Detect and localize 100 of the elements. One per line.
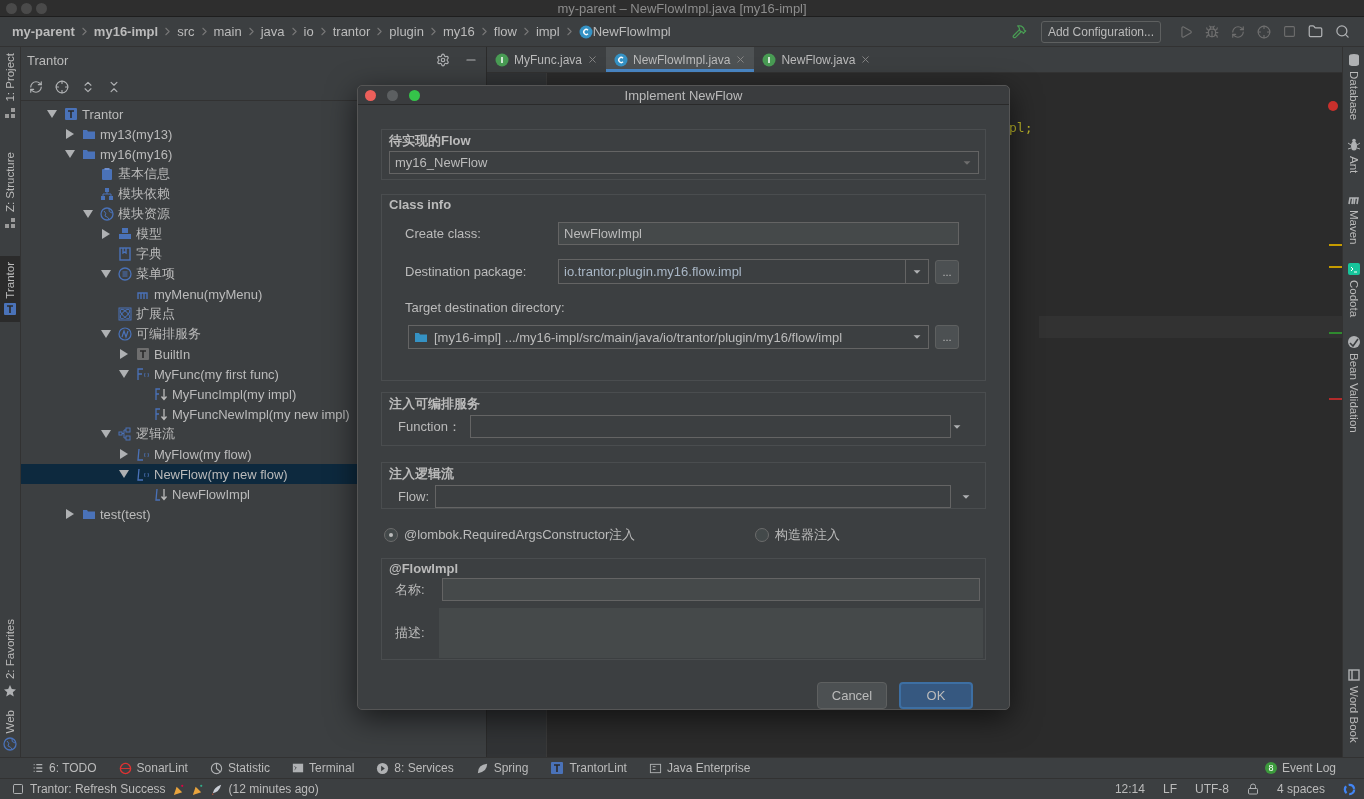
line-separator[interactable]: LF	[1162, 782, 1177, 796]
editor-tab[interactable]: NewFlow.java	[754, 47, 880, 72]
flow-dropdown[interactable]: my16_NewFlow	[389, 151, 979, 174]
name-field[interactable]	[442, 578, 980, 601]
tool-window-tab[interactable]: Z: Structure	[0, 145, 20, 236]
expanded-arrow-icon[interactable]	[83, 209, 93, 219]
breadcrumb[interactable]: src	[177, 24, 195, 39]
close-icon[interactable]	[587, 54, 599, 65]
expanded-arrow-icon[interactable]	[47, 109, 57, 119]
breadcrumb[interactable]: trantor	[332, 24, 371, 39]
tool-window-tab[interactable]: Maven	[1343, 185, 1364, 251]
group-title: 注入可编排服务	[389, 395, 481, 413]
tool-window-button[interactable]: Java Enterprise	[648, 761, 751, 775]
breadcrumb[interactable]: flow	[493, 24, 517, 39]
tree-item[interactable]: 字典	[21, 244, 486, 264]
class-name-field[interactable]: NewFlowImpl	[558, 222, 959, 245]
tool-window-button[interactable]: SonarLint	[118, 761, 188, 775]
services-icon	[376, 761, 390, 775]
hammer-icon[interactable]	[1011, 24, 1027, 39]
editor-tab[interactable]: MyFunc.java	[487, 47, 607, 72]
breadcrumb[interactable]: NewFlowImpl	[592, 24, 671, 39]
tool-window-button[interactable]: Spring	[475, 761, 529, 775]
breadcrumb[interactable]: java	[260, 24, 285, 39]
directory-dropdown[interactable]: [my16-impl] .../my16-impl/src/main/java/io/trantor/plugin/my16/flow/impl	[408, 325, 929, 349]
editor-tab[interactable]: NewFlowImpl.java	[606, 47, 755, 72]
run-configuration-button[interactable]: Add Configuration...	[1040, 20, 1161, 43]
radio-button[interactable]	[384, 527, 398, 542]
tree-item[interactable]: MyFunc(my first func)	[21, 364, 486, 384]
expanded-arrow-icon[interactable]	[65, 149, 75, 159]
close-dialog-button[interactable]	[365, 90, 376, 101]
collapsed-arrow-icon[interactable]	[119, 349, 129, 359]
indent-setting[interactable]: 4 spaces	[1276, 782, 1325, 796]
t-icon	[550, 761, 565, 775]
count-badge: 8	[1264, 762, 1277, 774]
expanded-arrow-icon[interactable]	[119, 469, 129, 479]
group-title: @FlowImpl	[389, 561, 459, 576]
collapsed-arrow-icon[interactable]	[65, 509, 75, 519]
file-encoding[interactable]: UTF-8	[1194, 782, 1229, 796]
tool-window-tab[interactable]: Bean Validation	[1343, 329, 1364, 439]
breadcrumb[interactable]: my16-impl	[93, 24, 159, 39]
tool-window-button[interactable]: 8: Services	[376, 761, 454, 775]
expanded-arrow-icon[interactable]	[119, 369, 129, 379]
leaf-icon	[475, 761, 489, 775]
package-dropdown[interactable]: io.trantor.plugin.my16.flow.impl	[558, 259, 929, 284]
tool-window-tab[interactable]: Codota	[1343, 256, 1364, 324]
tool-window-tab[interactable]: Ant	[1343, 132, 1364, 180]
expanded-arrow-icon[interactable]	[101, 329, 111, 339]
tree-item[interactable]: MyFlow(my flow)	[21, 444, 486, 464]
tool-window-tab[interactable]: Trantor	[0, 255, 20, 323]
browse-button[interactable]: ...	[935, 259, 959, 284]
breadcrumb[interactable]: plugin	[389, 24, 424, 39]
folder-icon	[82, 507, 96, 521]
ok-button[interactable]: OK	[899, 682, 973, 709]
breadcrumb[interactable]: my16	[442, 24, 475, 39]
cancel-button[interactable]: Cancel	[817, 682, 887, 709]
collapsed-arrow-icon[interactable]	[65, 129, 75, 139]
tool-window-tab[interactable]: Word Book	[1343, 662, 1364, 749]
browse-button[interactable]: ...	[935, 325, 959, 349]
change-mark	[1329, 332, 1342, 334]
collapsed-arrow-icon[interactable]	[119, 449, 129, 459]
tool-window-tab[interactable]: 2: Favorites	[0, 613, 20, 704]
breadcrumb[interactable]: impl	[535, 24, 560, 39]
breadcrumb[interactable]: io	[303, 24, 314, 39]
collapse-all-icon[interactable]	[107, 79, 121, 94]
folder-icon	[82, 147, 96, 161]
structure-icon	[3, 105, 17, 120]
zoom-dialog-button[interactable]	[409, 90, 420, 101]
tree-item[interactable]: test(test)	[21, 504, 486, 524]
tool-window-button[interactable]: 6: TODO	[32, 761, 97, 775]
expanded-arrow-icon[interactable]	[101, 429, 111, 439]
collapsed-arrow-icon[interactable]	[101, 229, 111, 239]
tool-window-button[interactable]: Statistic	[209, 761, 270, 775]
warning-mark	[1329, 266, 1342, 268]
warning-mark	[1329, 244, 1342, 246]
caret-position[interactable]: 12:14	[1114, 782, 1145, 796]
tool-window-tab[interactable]: 1: Project	[0, 47, 20, 126]
class-file-icon	[578, 24, 593, 39]
breadcrumb[interactable]: main	[213, 24, 242, 39]
panel-toggle-icon[interactable]	[12, 783, 24, 795]
tool-window-tab[interactable]: Database	[1343, 47, 1364, 127]
expanded-arrow-icon[interactable]	[101, 269, 111, 279]
refresh-icon[interactable]	[29, 79, 43, 94]
globe-icon	[3, 737, 17, 751]
event-log-button[interactable]: 8 Event Log	[1264, 761, 1336, 775]
project-structure-icon[interactable]	[1308, 24, 1323, 39]
code-text: pl;	[1009, 120, 1033, 135]
breadcrumb[interactable]: my-parent	[12, 24, 75, 39]
tool-window-button[interactable]: Terminal	[291, 761, 355, 775]
tree-item[interactable]: Trantor	[21, 104, 486, 124]
settings-icon[interactable]	[436, 53, 450, 67]
tool-window-button[interactable]: TrantorLint	[550, 761, 627, 775]
bean-icon	[1346, 335, 1361, 350]
flow-nodes-icon	[118, 427, 132, 441]
lock-icon[interactable]	[1246, 783, 1259, 795]
search-icon[interactable]	[1335, 24, 1350, 39]
tool-window-tab[interactable]: Web	[0, 703, 20, 757]
book-icon	[1346, 668, 1361, 683]
locate-icon[interactable]	[55, 79, 69, 94]
close-icon[interactable]	[860, 54, 872, 65]
radio-button[interactable]	[755, 527, 769, 542]
